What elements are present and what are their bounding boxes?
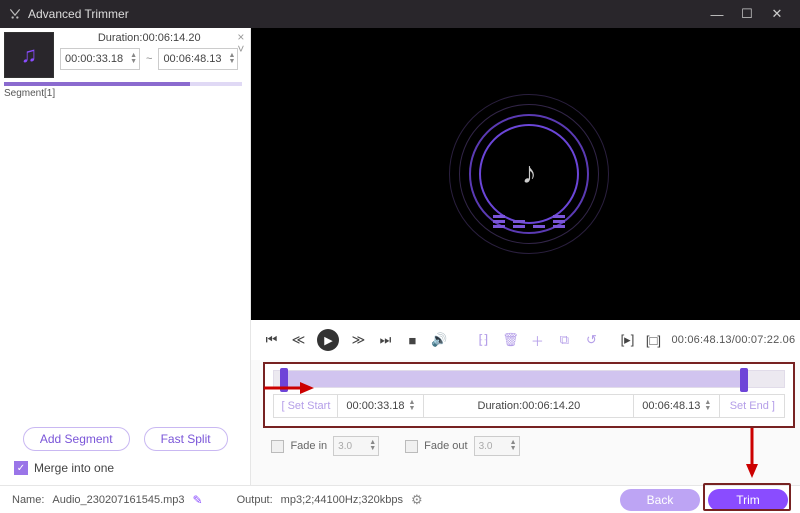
- trim-start-handle[interactable]: [280, 368, 288, 392]
- fade-in-value[interactable]: 3.0▲▼: [333, 436, 379, 456]
- fade-out-value[interactable]: 3.0▲▼: [474, 436, 520, 456]
- down-icon: ▼: [130, 59, 137, 65]
- equalizer-icon: [493, 215, 565, 228]
- app-logo-icon: [8, 7, 22, 21]
- fade-in-checkbox[interactable]: [271, 440, 284, 453]
- segment-duration-label: Duration:00:06:14.20: [60, 32, 238, 44]
- next-segment-icon[interactable]: ⏭: [377, 332, 393, 348]
- bracket-in-icon[interactable]: [▸]: [619, 332, 635, 348]
- undo-icon[interactable]: ↺: [583, 332, 599, 348]
- copy-icon[interactable]: ⧉: [556, 332, 572, 348]
- name-label: Name:: [12, 494, 44, 506]
- close-button[interactable]: ✕: [762, 6, 792, 22]
- playback-toolbar: ⏮ ≪ ▶ ≫ ⏭ ■ 🔊 ⁅⁆ 🗑 ＋ ⧉ ↺ [▸] [□] 00:06:4…: [251, 320, 800, 360]
- add-segment-button[interactable]: Add Segment: [23, 427, 130, 451]
- step-fwd-icon[interactable]: ≫: [350, 332, 366, 348]
- merge-checkbox[interactable]: ✓: [14, 461, 28, 475]
- fade-out-checkbox[interactable]: [405, 440, 418, 453]
- editor-panel: ♪ ⏮ ≪ ▶ ≫ ⏭ ■ 🔊 ⁅⁆ 🗑 ＋: [251, 28, 800, 485]
- segment-end-input[interactable]: 00:06:48.13 ▲▼: [158, 48, 238, 70]
- trim-end-handle[interactable]: [740, 368, 748, 392]
- set-end-button[interactable]: Set End ]: [720, 395, 784, 417]
- play-button[interactable]: ▶: [317, 329, 339, 351]
- delete-icon[interactable]: 🗑: [502, 332, 518, 348]
- back-button[interactable]: Back: [620, 489, 700, 511]
- set-range-icon[interactable]: ⁅⁆: [475, 332, 491, 348]
- segment-menu-icon[interactable]: ˅: [237, 42, 244, 56]
- segment-name-label: Segment[1]: [0, 86, 250, 99]
- title-bar: Advanced Trimmer — ☐ ✕: [0, 0, 800, 28]
- stop-icon[interactable]: ■: [404, 332, 420, 348]
- audio-visualizer-icon: ♪: [449, 94, 609, 254]
- minimize-button[interactable]: —: [702, 7, 732, 22]
- set-start-button[interactable]: [ Set Start: [274, 395, 338, 417]
- maximize-button[interactable]: ☐: [732, 6, 762, 22]
- output-settings-icon[interactable]: ⚙: [411, 492, 423, 508]
- trim-start-input[interactable]: 00:00:33.18 ▲▼: [338, 395, 424, 417]
- output-value: mp3;2;44100Hz;320kbps: [281, 494, 403, 506]
- fast-split-button[interactable]: Fast Split: [144, 427, 228, 451]
- output-label: Output:: [237, 494, 273, 506]
- edit-name-icon[interactable]: ✎: [193, 493, 203, 507]
- window-title: Advanced Trimmer: [28, 7, 129, 21]
- step-back-icon[interactable]: ≪: [290, 332, 306, 348]
- footer-bar: Name: Audio_230207161545.mp3 ✎ Output: m…: [0, 485, 800, 513]
- range-separator: ~: [146, 53, 152, 65]
- add-icon[interactable]: ＋: [529, 332, 545, 348]
- trim-end-input[interactable]: 00:06:48.13 ▲▼: [634, 395, 720, 417]
- preview-area: ♪: [251, 28, 800, 320]
- trim-controls: [ Set Start 00:00:33.18 ▲▼ Duration:00:0…: [263, 362, 795, 428]
- merge-label: Merge into one: [34, 461, 114, 475]
- playback-time-label: 00:06:48.13/00:07:22.06: [671, 334, 795, 346]
- music-note-icon: ♫: [21, 42, 38, 68]
- volume-icon[interactable]: 🔊: [431, 332, 447, 348]
- prev-segment-icon[interactable]: ⏮: [263, 332, 279, 348]
- trim-button[interactable]: Trim: [708, 489, 788, 511]
- segment-panel: ♫ × ˅ Duration:00:06:14.20 00:00:33.18 ▲…: [0, 28, 251, 485]
- down-icon: ▼: [229, 59, 236, 65]
- filename-value: Audio_230207161545.mp3: [52, 494, 184, 506]
- segment-thumbnail[interactable]: ♫: [4, 32, 54, 78]
- timeline-track[interactable]: [273, 370, 785, 388]
- fade-out-label: Fade out: [424, 440, 467, 452]
- segment-minitrack[interactable]: [4, 82, 242, 86]
- segment-start-input[interactable]: 00:00:33.18 ▲▼: [60, 48, 140, 70]
- trim-duration-label: Duration:00:06:14.20: [424, 395, 634, 417]
- fade-in-label: Fade in: [290, 440, 327, 452]
- bracket-out-icon[interactable]: [□]: [645, 332, 661, 348]
